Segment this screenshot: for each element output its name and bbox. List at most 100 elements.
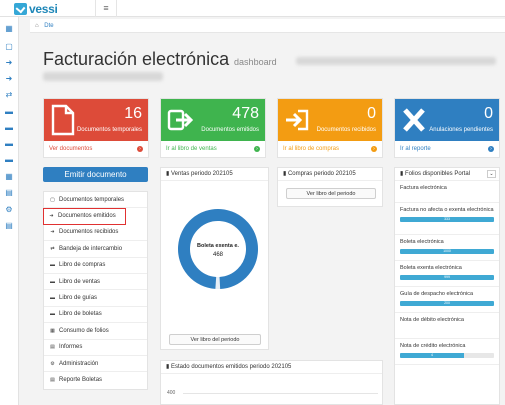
logo-text: vessi [29,1,58,16]
folio-label: Boleta electrónica [400,239,444,245]
menu-item-label: Consumo de folios [59,327,109,334]
emit-document-button[interactable]: Emitir documento [43,167,148,182]
menu-item-reporte-boletas[interactable]: ▤ Reporte Boletas [44,372,147,388]
document-icon [51,104,75,136]
page-header: Facturación electrónica dashboard [43,49,498,81]
exchange-icon[interactable]: ⇄ [4,90,14,100]
arrow-circle-icon: › [488,146,494,152]
panel-title: Folios disponibles Portal [404,171,471,177]
top-bar: vessi ≡ [0,0,505,17]
menu-item-label: Documentos temporales [59,196,125,203]
home-icon[interactable]: ⌂ [35,23,39,29]
book-icon: ▬ [50,278,55,285]
stat-value: 16 [124,105,142,122]
menu-item-consumo-folios[interactable]: ▦ Consumo de folios [44,323,147,340]
ver-libro-periodo-button[interactable]: Ver libro del periodo [169,334,261,345]
file-icon[interactable]: ▤ [4,188,14,198]
menu-item-informes[interactable]: ▤ Informes [44,340,147,356]
book-icon: ▬ [50,295,55,302]
panel-header: ▮ Estado documentos emitidos periodo 202… [161,361,382,374]
document-icon[interactable]: ▢ [4,42,14,52]
stat-link[interactable]: Ir al libro de compras › [278,141,382,157]
arrow-right-icon [167,109,193,131]
panel-header: ▮ Compras periodo 202105 [278,168,382,181]
menu-item-libro-ventas[interactable]: ▬ Libro de ventas [44,274,147,291]
stat-link-label[interactable]: Ver documentos [49,146,92,152]
folio-label: Factura no afecta o exenta electrónica [400,207,494,213]
book-icon[interactable]: ▬ [4,155,14,165]
stat-link-label[interactable]: Ir al libro de ventas [166,146,217,152]
menu-item-libro-boletas[interactable]: ▬ Libro de boletas [44,307,147,324]
donut-slice-boleta-exenta[interactable] [178,209,258,289]
panel-header: ▮ Ventas periodo 202105 [161,168,268,181]
arrow-circle-icon: › [254,146,260,152]
menu-item-label: Bandeja de intercambio [59,245,123,252]
stat-link[interactable]: Ver documentos › [44,141,148,157]
file-icon[interactable]: ▤ [4,221,14,231]
stat-card-header: 0 Anulaciones pendientes [395,99,499,141]
breadcrumb: ⌂ Dte [30,19,505,33]
gridline [183,393,378,394]
book-icon[interactable]: ▬ [4,139,14,149]
stat-link[interactable]: Ir al libro de ventas › [161,141,265,157]
menu-item-label: Informes [59,344,83,351]
stat-card-header: 478 Documentos emitidos [161,99,265,141]
menu-item-documentos-emitidos[interactable]: ➜ Documentos emitidos [43,208,126,225]
stat-card-recibidos: 0 Documentos recibidos Ir al libro de co… [277,98,383,158]
menu-toggle-icon[interactable]: ≡ [95,0,117,17]
stat-card-header: 16 Documentos temporales [44,99,148,141]
sign-in-icon[interactable]: ➜ [4,74,14,84]
stat-label: Documentos emitidos [201,127,259,133]
exchange-icon: ⇄ [50,245,55,252]
stat-value: 0 [367,105,376,122]
stat-card-temporales: 16 Documentos temporales Ver documentos … [43,98,149,158]
chevron-down-icon[interactable]: ⌄ [487,170,496,178]
page-subtitle: dashboard [234,57,277,67]
stat-value: 0 [484,105,493,122]
sign-in-icon: ➜ [50,229,55,236]
folio-progress-bar: 4 [400,353,494,358]
menu-item-documentos-recibidos[interactable]: ➜ Documentos recibidos [44,225,147,242]
file-icon: ▤ [50,377,55,384]
stat-link-label[interactable]: Ir al libro de compras [283,146,339,152]
menu-item-libro-guias[interactable]: ▬ Libro de guías [44,290,147,307]
estado-panel: ▮ Estado documentos emitidos periodo 202… [160,360,383,405]
donut-svg [178,209,258,289]
cogs-icon[interactable]: ⚙ [4,205,14,215]
logo-mark-icon [14,2,27,15]
stat-link-label[interactable]: Ir al reporte [400,146,431,152]
book-icon: ▬ [50,311,55,318]
calendar-icon: ▦ [50,327,55,334]
menu-item-bandeja-intercambio[interactable]: ⇄ Bandeja de intercambio [44,241,147,258]
folio-item: Factura electrónica [395,181,499,203]
stat-label: Documentos temporales [76,127,142,133]
calendar-icon[interactable]: ▦ [4,172,14,182]
panel-title: Ventas periodo 202105 [170,171,233,177]
panel-header: ▮ Folios disponibles Portal ⌄ [395,168,499,181]
book-icon[interactable]: ▬ [4,107,14,117]
folio-label: Boleta exenta electrónica [400,265,462,271]
folio-label: Nota de débito electrónica [400,317,464,323]
menu-item-administracion[interactable]: ⚙ Administración [44,356,147,373]
menu-item-documentos-temporales[interactable]: ▢ Documentos temporales [44,192,147,209]
ver-libro-periodo-button[interactable]: Ver libro del periodo [286,188,376,199]
home-icon[interactable]: ▦ [4,24,14,34]
folio-label: Guía de despacho electrónica [400,291,474,297]
ventas-donut-chart: Boleta exenta e. 468 [174,205,262,293]
arrow-right-icon[interactable]: ➜ [4,58,14,68]
book-icon[interactable]: ▬ [4,123,14,133]
page-title: Facturación electrónica [43,49,230,69]
folio-item: Factura no afecta o exenta electrónica 33… [395,203,499,235]
menu-item-label: Administración [59,360,99,367]
app-logo[interactable]: vessi [14,1,58,16]
book-icon: ▬ [50,262,55,269]
menu-item-label: Libro de guías [59,295,98,302]
breadcrumb-current[interactable]: Dte [44,23,53,29]
folio-progress-bar: 1000 [400,249,494,254]
panel-title: Compras periodo 202105 [287,171,356,177]
menu-item-libro-compras[interactable]: ▬ Libro de compras [44,258,147,274]
stat-link[interactable]: Ir al reporte › [395,141,499,157]
y-tick-label: 400 [167,390,176,396]
menu-item-label: Libro de compras [59,262,106,269]
menu-item-label: Documentos emitidos [58,213,116,220]
